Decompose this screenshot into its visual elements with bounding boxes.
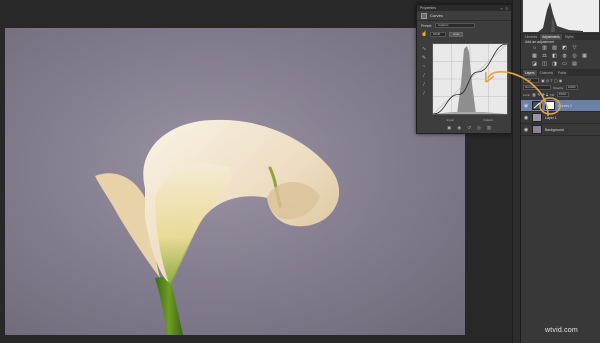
histogram-panel — [523, 0, 599, 32]
filter-icons[interactable]: ▣ ◎ T ▢ ◉ — [541, 78, 562, 83]
layer-row-background[interactable]: ◉ Background — [521, 124, 600, 136]
eye-icon[interactable]: ◉ — [523, 127, 529, 133]
tab-paths[interactable]: Paths — [556, 70, 569, 76]
watermark: wtvid.com — [545, 327, 578, 334]
pencil-icon[interactable]: ✎ — [422, 56, 427, 61]
blend-mode-dropdown[interactable]: Normal — [523, 85, 551, 90]
gray-eyedropper-icon[interactable]: ⁄ — [422, 83, 427, 88]
input-label: Input: — [446, 118, 455, 122]
threshold-icon[interactable]: ◨ — [551, 61, 558, 67]
channel-row: ☝ RGB Auto — [417, 30, 511, 38]
collapse-icon[interactable]: » — [500, 6, 502, 11]
panel-icon-strip[interactable] — [512, 0, 520, 343]
clip-to-layer-icon[interactable]: ▣ — [447, 125, 451, 131]
histogram-chart — [538, 2, 583, 32]
panel-menu-icon[interactable]: ≡ — [506, 6, 508, 11]
layer-mask-thumbnail[interactable] — [545, 101, 555, 110]
properties-title: Properties — [420, 6, 436, 10]
exposure-icon[interactable]: ◩ — [561, 45, 568, 51]
black-white-icon[interactable]: ◧ — [551, 53, 558, 59]
adjustments-subtitle: Add an adjustment — [525, 40, 555, 44]
trash-icon[interactable]: ▥ — [487, 125, 491, 131]
channel-dropdown[interactable]: RGB — [430, 31, 447, 37]
properties-footer: ▣ ◉ ↺ ◎ ▥ — [447, 125, 491, 131]
selective-color-icon[interactable]: ▤ — [571, 61, 578, 67]
color-lookup-icon[interactable]: ▦ — [581, 53, 588, 59]
histogram-shape — [538, 2, 583, 32]
tab-layers[interactable]: Layers — [523, 70, 537, 76]
color-balance-icon[interactable]: ⚖ — [541, 53, 548, 59]
adjustments-tabbar: Libraries Adjustments Styles — [521, 33, 600, 40]
hue-saturation-icon[interactable]: ▦ — [531, 53, 538, 59]
invert-icon[interactable]: ◪ — [531, 61, 538, 67]
levels-icon[interactable]: ▥ — [541, 45, 548, 51]
document-image[interactable] — [5, 28, 465, 335]
view-previous-icon[interactable]: ◉ — [457, 125, 461, 131]
black-eyedropper-icon[interactable]: ⁄ — [422, 74, 427, 79]
filter-row: Kind ▣ ◎ T ▢ ◉ — [523, 78, 562, 83]
opacity-field[interactable]: 100% — [566, 85, 579, 90]
vibrance-icon[interactable]: ▽ — [571, 45, 578, 51]
right-dock: Libraries Adjustments Styles Add an adju… — [520, 0, 600, 343]
preset-dropdown[interactable]: Custom — [435, 23, 476, 28]
adjustment-icons: ☼ ▥ ▨ ◩ ▽ ▦ ⚖ ◧ ◍ ◎ ▦ ◪ ◫ ◨ ▭ ▤ — [531, 45, 593, 67]
eye-icon[interactable]: ◉ — [523, 103, 529, 109]
layers-panel: Layers Channels Paths Kind ▣ ◎ T ▢ ◉ Nor… — [521, 69, 600, 343]
visibility-icon[interactable]: ◎ — [477, 125, 481, 131]
layer-thumbnail[interactable] — [532, 113, 542, 122]
eye-icon[interactable]: ◉ — [523, 115, 529, 121]
channel-mixer-icon[interactable]: ◎ — [571, 53, 578, 59]
tab-styles[interactable]: Styles — [562, 34, 576, 40]
lock-row: Lock: ▦ ✎ ✥ 🔒︎ Fill: 100% — [523, 92, 569, 97]
curve-tools: ∿ ✎ ~ ⁄ ⁄ ⁄ — [420, 47, 428, 97]
posterize-icon[interactable]: ◫ — [541, 61, 548, 67]
white-eyedropper-icon[interactable]: ⁄ — [422, 92, 427, 97]
smooth-icon[interactable]: ~ — [422, 65, 427, 70]
auto-button[interactable]: Auto — [449, 31, 464, 37]
curves-adjustment-icon — [421, 12, 427, 19]
properties-header: Curves — [417, 11, 511, 21]
fill-field[interactable]: 100% — [556, 92, 569, 97]
input-output-row: Input: Output: — [432, 118, 508, 122]
lock-label: Lock: — [523, 92, 531, 97]
layers-tabbar: Layers Channels Paths — [521, 69, 600, 76]
calla-lily-photo — [95, 119, 340, 335]
blend-row: Normal Opacity: 100% — [523, 85, 579, 90]
adjustment-name: Curves — [430, 13, 443, 18]
target-adjust-icon[interactable]: ☝ — [421, 31, 427, 37]
edit-points-icon[interactable]: ∿ — [422, 47, 427, 52]
curves-thumb-icon — [533, 102, 541, 109]
layer-name[interactable]: Curves 1 — [558, 104, 572, 108]
lock-icons[interactable]: ▦ ✎ ✥ 🔒︎ — [532, 92, 548, 97]
brightness-icon[interactable]: ☼ — [531, 45, 538, 51]
gradient-map-icon[interactable]: ▭ — [561, 61, 568, 67]
histogram-base — [433, 112, 507, 114]
histogram-spike — [457, 46, 476, 114]
background-thumbnail[interactable] — [532, 125, 542, 134]
kind-filter-dropdown[interactable]: Kind — [523, 78, 539, 83]
preset-row: Preset: Custom — [417, 21, 511, 30]
photo-filter-icon[interactable]: ◍ — [561, 53, 568, 59]
layer-row-curves[interactable]: ◉ Curves 1 — [521, 100, 600, 112]
layer-name[interactable]: Layer 1 — [545, 116, 557, 120]
layer-row-layer1[interactable]: ◉ Layer 1 — [521, 112, 600, 124]
curves-graph-svg — [432, 43, 508, 115]
opacity-label: Opacity: — [553, 85, 565, 90]
properties-panel[interactable]: Properties » ≡ Curves Preset: Custom ☝ R… — [416, 4, 512, 134]
output-label: Output: — [483, 118, 494, 122]
tab-channels[interactable]: Channels — [537, 70, 556, 76]
layer-name[interactable]: Background — [545, 128, 564, 132]
curves-graph[interactable] — [432, 43, 508, 115]
fill-label: Fill: — [550, 92, 555, 97]
preset-label: Preset: — [421, 23, 433, 28]
curves-icon[interactable]: ▨ — [551, 45, 558, 51]
curves-layer-thumbnail[interactable] — [532, 101, 542, 110]
reset-icon[interactable]: ↺ — [467, 125, 471, 131]
